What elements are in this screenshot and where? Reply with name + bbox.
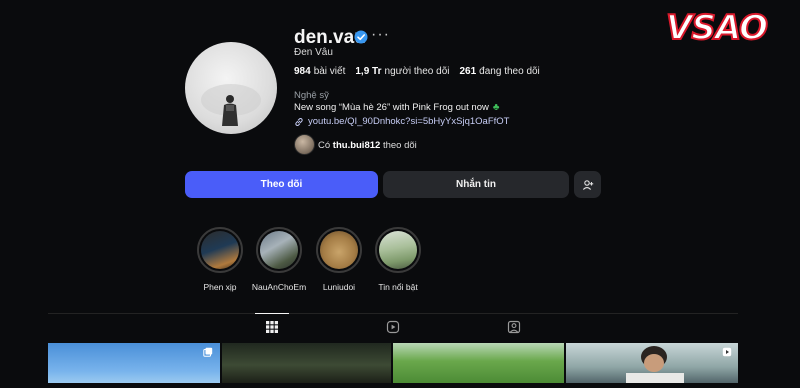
profile-link[interactable]: youtu.be/QI_90Dnhokc?si=5bHyYxSjq1OaFfOT xyxy=(294,116,509,127)
post-thumbnail[interactable] xyxy=(48,343,220,383)
story-highlight[interactable]: Phen xịp xyxy=(194,227,246,292)
add-person-icon xyxy=(582,179,593,190)
suggest-users-button[interactable] xyxy=(574,171,601,198)
profile-category: Nghệ sỹ xyxy=(294,90,329,101)
post-thumbnail[interactable] xyxy=(393,343,564,383)
clover-emoji-icon: ♣ xyxy=(492,102,500,113)
stat-followers[interactable]: 1,9 Tr người theo dõi xyxy=(355,66,449,77)
profile-bio: New song “Mùa hè 26” with Pink Frog out … xyxy=(294,102,500,113)
reels-icon[interactable] xyxy=(386,320,400,334)
tabs-divider xyxy=(48,313,738,314)
highlight-cover-image xyxy=(379,231,417,269)
posts-grid-icon[interactable] xyxy=(265,320,279,334)
story-highlight[interactable]: Luniudoi xyxy=(313,227,365,292)
story-highlight[interactable]: Tin nổi bật xyxy=(372,227,424,292)
post-photo xyxy=(626,346,684,385)
followed-by-text[interactable]: Có thu.bui812 theo dõi xyxy=(318,140,417,151)
carousel-post-icon xyxy=(203,347,213,357)
story-highlight[interactable]: NauAnChoEm xyxy=(252,227,306,292)
verified-badge-icon xyxy=(354,30,368,44)
active-tab-indicator xyxy=(255,313,289,314)
stat-following[interactable]: 261 đang theo dõi xyxy=(459,66,539,77)
highlight-cover-image xyxy=(320,231,358,269)
post-thumbnail[interactable] xyxy=(566,343,738,385)
tagged-icon[interactable] xyxy=(507,320,521,334)
link-icon xyxy=(295,117,303,126)
mutual-follower-avatar[interactable] xyxy=(294,134,315,155)
highlight-cover-image xyxy=(201,231,239,269)
stat-posts: 984 bài viết xyxy=(294,66,346,77)
profile-avatar[interactable] xyxy=(185,42,277,134)
highlight-cover-image xyxy=(260,231,298,269)
profile-full-name: Đen Vâu xyxy=(294,47,333,58)
follow-button[interactable]: Theo dõi xyxy=(185,171,378,198)
highlight-label: Tin nổi bật xyxy=(378,282,418,292)
vsao-watermark-logo: VSAO xyxy=(665,7,769,49)
more-options-button[interactable]: ··· xyxy=(371,26,390,44)
avatar-photo xyxy=(201,84,261,126)
reel-post-icon xyxy=(722,347,732,357)
message-button[interactable]: Nhắn tin xyxy=(383,171,569,198)
profile-stats: 984 bài viết 1,9 Tr người theo dõi 261 đang… xyxy=(294,66,540,77)
post-thumbnail[interactable] xyxy=(222,343,391,383)
